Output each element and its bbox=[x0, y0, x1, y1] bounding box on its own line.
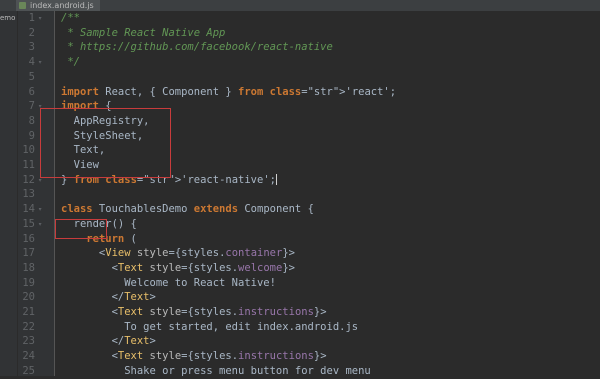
code-text: * https://github.com/facebook/react-nati… bbox=[61, 41, 333, 54]
code-line[interactable]: 25 Shake or press menu button for dev me… bbox=[0, 364, 600, 379]
file-tab[interactable]: index.android.js bbox=[16, 0, 100, 11]
code-line[interactable]: 7 import { ▿ bbox=[0, 99, 600, 114]
file-tab-label: index.android.js bbox=[30, 1, 94, 10]
line-number: 14 bbox=[22, 203, 35, 216]
code-line[interactable]: 24 <Text style={styles.instructions}> bbox=[0, 349, 600, 364]
line-number: 9 bbox=[28, 129, 35, 142]
fold-toggle-icon[interactable]: ▿ bbox=[38, 11, 42, 26]
line-number: 19 bbox=[22, 276, 35, 289]
line-number: 1 bbox=[28, 12, 35, 24]
code-text: Welcome to React Native! bbox=[61, 276, 276, 289]
code-line[interactable]: 13 bbox=[0, 187, 600, 202]
code-line[interactable]: 23 </Text> bbox=[0, 334, 600, 349]
code-text: import { bbox=[61, 100, 112, 113]
code-text: To get started, edit index.android.js bbox=[61, 320, 359, 333]
code-line[interactable]: 20 </Text> bbox=[0, 290, 600, 305]
code-text: <Text style={styles.welcome}> bbox=[61, 261, 295, 274]
fold-toggle-icon[interactable]: ▿ bbox=[38, 99, 42, 114]
code-line[interactable]: 9 StyleSheet, bbox=[0, 129, 600, 144]
code-line[interactable]: 11 View bbox=[0, 158, 600, 173]
line-number: 7 bbox=[28, 100, 35, 113]
code-text: render() { bbox=[61, 217, 137, 230]
code-line[interactable]: 12 } from class="str">'react-native'; ▿ bbox=[0, 173, 600, 188]
code-line[interactable]: 8 AppRegistry, bbox=[0, 114, 600, 129]
code-text: </Text> bbox=[61, 291, 156, 304]
code-text: */ bbox=[61, 56, 80, 69]
line-number: 11 bbox=[22, 159, 35, 171]
code-text: return ( bbox=[86, 232, 137, 245]
js-file-icon bbox=[19, 2, 26, 9]
line-number: 5 bbox=[28, 70, 35, 83]
code-text: Text, bbox=[61, 144, 106, 157]
line-number: 12 bbox=[22, 173, 35, 186]
line-number: 6 bbox=[28, 85, 35, 98]
code-line[interactable]: 18 <Text style={styles.welcome}> bbox=[0, 261, 600, 276]
line-number: 17 bbox=[22, 247, 35, 260]
code-text: * Sample React Native App bbox=[61, 26, 226, 39]
code-line[interactable]: 3 * https://github.com/facebook/react-na… bbox=[0, 40, 600, 55]
code-line[interactable]: 6 import React, { Component } from class=… bbox=[0, 85, 600, 100]
line-number: 21 bbox=[22, 306, 35, 318]
code-line[interactable]: 5 bbox=[0, 70, 600, 85]
line-number: 13 bbox=[22, 188, 35, 201]
fold-toggle-icon[interactable]: ▿ bbox=[38, 202, 42, 217]
code-text: Shake or press menu button for dev menu bbox=[61, 364, 371, 377]
line-number: 3 bbox=[28, 41, 35, 54]
line-number: 24 bbox=[22, 350, 35, 363]
line-number: 8 bbox=[28, 114, 35, 127]
code-line[interactable]: 21 <Text style={styles.instructions}> bbox=[0, 305, 600, 320]
line-number: 15 bbox=[22, 217, 35, 230]
line-number: 20 bbox=[22, 291, 35, 304]
code-line[interactable]: 4 */ ▿ bbox=[0, 55, 600, 70]
code-text: <View style={styles.container}> bbox=[61, 247, 295, 260]
line-number: 22 bbox=[22, 320, 35, 333]
code-text: StyleSheet, bbox=[61, 129, 144, 142]
code-text: </Text> bbox=[61, 335, 156, 348]
line-number: 10 bbox=[22, 144, 35, 157]
code-line[interactable]: 1 /** ▿ bbox=[0, 11, 600, 26]
line-number: 23 bbox=[22, 335, 35, 348]
code-text: /** bbox=[61, 12, 80, 24]
fold-toggle-icon[interactable]: ▿ bbox=[38, 55, 42, 70]
code-line[interactable]: 16 return ( bbox=[0, 232, 600, 247]
code-line[interactable]: 22 To get started, edit index.android.js bbox=[0, 320, 600, 335]
text-caret bbox=[275, 174, 277, 186]
line-number: 25 bbox=[22, 364, 35, 377]
code-text: View bbox=[61, 159, 99, 171]
code-text: import React, { Component } from class="… bbox=[61, 85, 397, 98]
line-number: 16 bbox=[22, 232, 35, 245]
code-line[interactable]: 14 class TouchablesDemo extends Component… bbox=[0, 202, 600, 217]
code-line[interactable]: 17 <View style={styles.container}> bbox=[0, 246, 600, 261]
code-line[interactable]: 10 Text, bbox=[0, 143, 600, 158]
line-number: 2 bbox=[28, 26, 35, 39]
code-line[interactable]: 15 render() { ▿ bbox=[0, 217, 600, 232]
code-line[interactable]: 2 * Sample React Native App bbox=[0, 26, 600, 41]
code-text: <Text style={styles.instructions}> bbox=[61, 306, 327, 318]
line-number: 18 bbox=[22, 261, 35, 274]
fold-toggle-icon[interactable]: ▿ bbox=[38, 173, 42, 188]
fold-toggle-icon[interactable]: ▿ bbox=[38, 217, 42, 232]
code-text: } from class="str">'react-native'; bbox=[61, 173, 277, 186]
line-number: 4 bbox=[28, 56, 35, 69]
code-text: <Text style={styles.instructions}> bbox=[61, 350, 327, 363]
code-text: AppRegistry, bbox=[61, 114, 150, 127]
code-line[interactable]: 19 Welcome to React Native! bbox=[0, 276, 600, 291]
code-text: class TouchablesDemo extends Component { bbox=[61, 203, 314, 216]
